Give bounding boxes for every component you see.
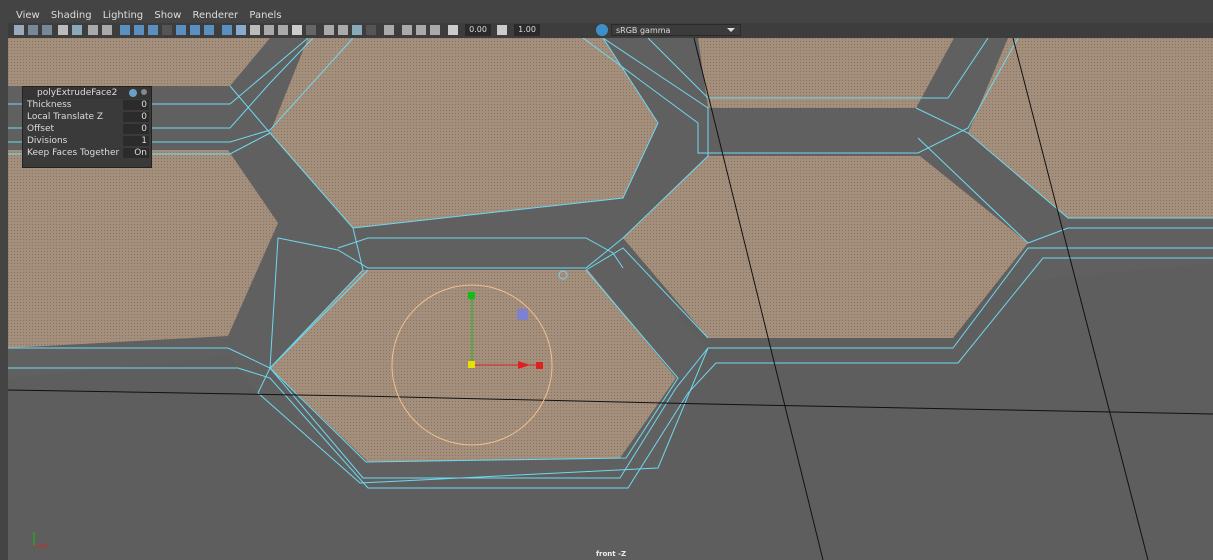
shaded-icon[interactable] — [236, 25, 246, 35]
two-d-pan-icon[interactable] — [72, 25, 82, 35]
camera-label: front -Z — [596, 550, 627, 558]
plane-handle[interactable] — [517, 309, 528, 320]
attr-label: Offset — [27, 124, 55, 134]
shadow-icon[interactable] — [306, 25, 316, 35]
menu-shading[interactable]: Shading — [51, 8, 92, 23]
attr-row-local-translate-z[interactable]: Local Translate Z 0 — [23, 111, 151, 123]
lights-icon[interactable] — [278, 25, 288, 35]
attr-value[interactable]: 0 — [123, 100, 149, 110]
grease-pencil-icon[interactable] — [88, 25, 98, 35]
attr-row-thickness[interactable]: Thickness 0 — [23, 99, 151, 111]
resolution-gate-icon[interactable] — [148, 25, 158, 35]
safe-title-icon[interactable] — [204, 25, 214, 35]
menu-renderer[interactable]: Renderer — [193, 8, 239, 23]
camera-select-icon[interactable] — [14, 25, 24, 35]
bookmark-icon[interactable] — [42, 25, 52, 35]
menu-panels[interactable]: Panels — [249, 8, 281, 23]
panel-menu-bar: View Shading Lighting Show Renderer Pane… — [8, 8, 1213, 23]
chevron-down-icon — [727, 28, 735, 32]
attr-label: Divisions — [27, 136, 68, 146]
exposure-icon[interactable] — [448, 25, 458, 35]
left-shelf-strip — [0, 0, 8, 560]
light-icon[interactable] — [292, 25, 302, 35]
manipulator-center[interactable] — [468, 361, 475, 368]
node-pin-icon[interactable] — [129, 89, 137, 97]
attr-label: Thickness — [27, 100, 72, 110]
xray-joints-icon[interactable] — [416, 25, 426, 35]
menu-show[interactable]: Show — [154, 8, 181, 23]
x-axis-tip[interactable] — [536, 362, 543, 369]
safe-action-icon[interactable] — [190, 25, 200, 35]
gate-mask-icon[interactable] — [162, 25, 172, 35]
wireframe-icon[interactable] — [222, 25, 232, 35]
field-chart-icon[interactable] — [176, 25, 186, 35]
hex-face — [8, 38, 270, 86]
attr-label: Keep Faces Together — [27, 148, 120, 158]
menu-lighting[interactable]: Lighting — [103, 8, 143, 23]
color-management-icon[interactable] — [596, 24, 608, 36]
attr-value[interactable]: On — [123, 148, 149, 158]
attr-value[interactable]: 0 — [123, 112, 149, 122]
grid-icon[interactable] — [120, 25, 130, 35]
exposure-field[interactable]: 0.00 — [465, 24, 491, 36]
attr-row-keep-faces-together[interactable]: Keep Faces Together On — [23, 147, 151, 159]
isolate-icon[interactable] — [384, 25, 394, 35]
anti-alias-icon[interactable] — [352, 25, 362, 35]
attr-row-divisions[interactable]: Divisions 1 — [23, 135, 151, 147]
gamma-field[interactable]: 1.00 — [514, 24, 540, 36]
film-gate-icon[interactable] — [134, 25, 144, 35]
close-icon[interactable] — [141, 89, 147, 95]
screen-space-ao-icon[interactable] — [324, 25, 334, 35]
attr-value[interactable]: 1 — [123, 136, 149, 146]
menu-view[interactable]: View — [16, 8, 40, 23]
panel-toolbar: 0.00 1.00 sRGB gamma — [8, 23, 1213, 38]
xray-active-icon[interactable] — [430, 25, 440, 35]
y-axis-tip[interactable] — [468, 292, 475, 299]
node-attribute-panel: polyExtrudeFace2 Thickness 0 Local Trans… — [22, 86, 152, 168]
camera-attr-icon[interactable] — [28, 25, 38, 35]
viewport-scene — [8, 38, 1213, 560]
viewport-panel[interactable] — [8, 38, 1213, 560]
motion-blur-icon[interactable] — [338, 25, 348, 35]
wireframe-on-shaded-icon[interactable] — [250, 25, 260, 35]
image-plane-icon[interactable] — [58, 25, 68, 35]
color-space-dropdown[interactable]: sRGB gamma — [611, 24, 741, 36]
xray-icon[interactable] — [402, 25, 412, 35]
textured-icon[interactable] — [264, 25, 274, 35]
depth-of-field-icon[interactable] — [366, 25, 376, 35]
gamma-icon[interactable] — [497, 25, 507, 35]
color-space-label: sRGB gamma — [616, 26, 671, 35]
attr-value[interactable]: 0 — [123, 124, 149, 134]
attr-row-offset[interactable]: Offset 0 — [23, 123, 151, 135]
attr-label: Local Translate Z — [27, 112, 104, 122]
grid-tool-icon[interactable] — [102, 25, 112, 35]
